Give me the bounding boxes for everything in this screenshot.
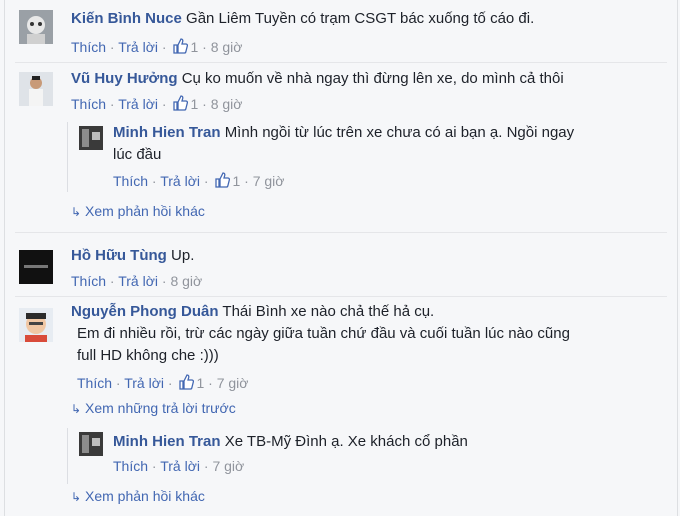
reply-button[interactable]: Trả lời: [118, 273, 158, 289]
reply-author[interactable]: Minh Hien Tran: [113, 433, 221, 450]
avatar[interactable]: [19, 250, 53, 284]
reply-body: Minh Hien Tran Xe TB-Mỹ Đình ạ. Xe khách…: [113, 431, 468, 453]
reply-arrow-icon: ↳: [71, 490, 82, 504]
divider: [15, 62, 667, 63]
reply-rail: [67, 122, 68, 192]
reply-actions: Thích · Trả lời · 7 giờ: [113, 458, 245, 474]
like-count[interactable]: 1: [190, 39, 198, 55]
avatar[interactable]: [19, 72, 53, 106]
like-count[interactable]: 1: [232, 173, 240, 189]
like-count-icon[interactable]: [214, 172, 231, 191]
comment-actions: Thích · Trả lời · 8 giờ: [71, 273, 203, 289]
avatar[interactable]: [19, 10, 53, 44]
comment-text: Thái Bình xe nào chả thế hả cụ.: [222, 303, 435, 320]
more-replies-link[interactable]: ↳ Xem phản hồi khác: [71, 203, 205, 219]
comment-author[interactable]: Vũ Huy Hưởng: [71, 70, 178, 87]
divider: [15, 296, 667, 297]
reply-button[interactable]: Trả lời: [118, 96, 158, 112]
comment-body: Vũ Huy Hưởng Cụ ko muốn về nhà ngay thì …: [71, 68, 564, 90]
reply-button[interactable]: Trả lời: [124, 375, 164, 391]
previous-replies-link[interactable]: ↳ Xem những trả lời trước: [71, 400, 236, 416]
more-replies-link[interactable]: ↳ Xem phản hồi khác: [71, 488, 205, 504]
comment-actions: Thích · Trả lời · 1 · 8 giờ: [71, 38, 243, 57]
reply-body: Minh Hien Tran Mình ngồi từ lúc trên xe …: [113, 122, 574, 144]
like-count[interactable]: 1: [190, 96, 198, 112]
comment-actions: Thích · Trả lời · 1 · 7 giờ: [77, 374, 249, 393]
reply-arrow-icon: ↳: [71, 205, 82, 219]
comment-thread: Kiến Bình Nuce Gần Liêm Tuyền có trạm CS…: [4, 0, 678, 516]
reply-arrow-icon: ↳: [71, 402, 82, 416]
comment-timestamp[interactable]: 8 giờ: [211, 39, 243, 55]
avatar[interactable]: [19, 308, 53, 342]
avatar[interactable]: [79, 126, 103, 150]
like-button[interactable]: Thích: [77, 375, 112, 391]
previous-replies-label: Xem những trả lời trước: [85, 400, 236, 416]
reply-rail: [67, 428, 68, 484]
like-button[interactable]: Thích: [71, 96, 106, 112]
like-count[interactable]: 1: [196, 375, 204, 391]
comment-author[interactable]: Hồ Hữu Tùng: [71, 247, 167, 264]
reply-button[interactable]: Trả lời: [160, 173, 200, 189]
reply-actions: Thích · Trả lời · 1 · 7 giờ: [113, 172, 285, 191]
reply-timestamp[interactable]: 7 giờ: [212, 458, 244, 474]
reply-button[interactable]: Trả lời: [160, 458, 200, 474]
comment-actions: Thích · Trả lời · 1 · 8 giờ: [71, 95, 243, 114]
comment-text-continued: full HD không che :))): [77, 347, 219, 364]
reply-text-continued: lúc đầu: [113, 146, 162, 163]
comment-author[interactable]: Kiến Bình Nuce: [71, 10, 182, 27]
avatar[interactable]: [79, 432, 103, 456]
like-button[interactable]: Thích: [113, 458, 148, 474]
comment-timestamp[interactable]: 7 giờ: [217, 375, 249, 391]
reply-timestamp[interactable]: 7 giờ: [253, 173, 285, 189]
reply-text: Xe TB-Mỹ Đình ạ. Xe khách cổ phần: [224, 433, 468, 450]
comment-text-continued: Em đi nhiều rồi, trừ các ngày giữa tuần …: [77, 325, 570, 342]
comment-text: Gần Liêm Tuyền có trạm CSGT bác xuống tố…: [186, 10, 535, 27]
like-count-icon[interactable]: [172, 38, 189, 57]
more-replies-label: Xem phản hồi khác: [85, 203, 205, 219]
like-button[interactable]: Thích: [113, 173, 148, 189]
like-count-icon[interactable]: [172, 95, 189, 114]
more-replies-label: Xem phản hồi khác: [85, 488, 205, 504]
comment-text: Cụ ko muốn về nhà ngay thì đừng lên xe, …: [181, 70, 564, 87]
comment-body: Nguyễn Phong Duân Thái Bình xe nào chả t…: [71, 301, 434, 323]
reply-text: Mình ngồi từ lúc trên xe chưa có ai bạn …: [224, 124, 575, 141]
reply-author[interactable]: Minh Hien Tran: [113, 124, 221, 141]
like-count-icon[interactable]: [178, 374, 195, 393]
comment-body: Hồ Hữu Tùng Up.: [71, 245, 194, 267]
comment-text: Up.: [171, 247, 195, 264]
comment-body: Kiến Bình Nuce Gần Liêm Tuyền có trạm CS…: [71, 8, 534, 30]
like-button[interactable]: Thích: [71, 39, 106, 55]
comment-timestamp[interactable]: 8 giờ: [170, 273, 202, 289]
like-button[interactable]: Thích: [71, 273, 106, 289]
reply-button[interactable]: Trả lời: [118, 39, 158, 55]
comment-author[interactable]: Nguyễn Phong Duân: [71, 303, 219, 320]
comment-timestamp[interactable]: 8 giờ: [211, 96, 243, 112]
divider: [15, 232, 667, 233]
